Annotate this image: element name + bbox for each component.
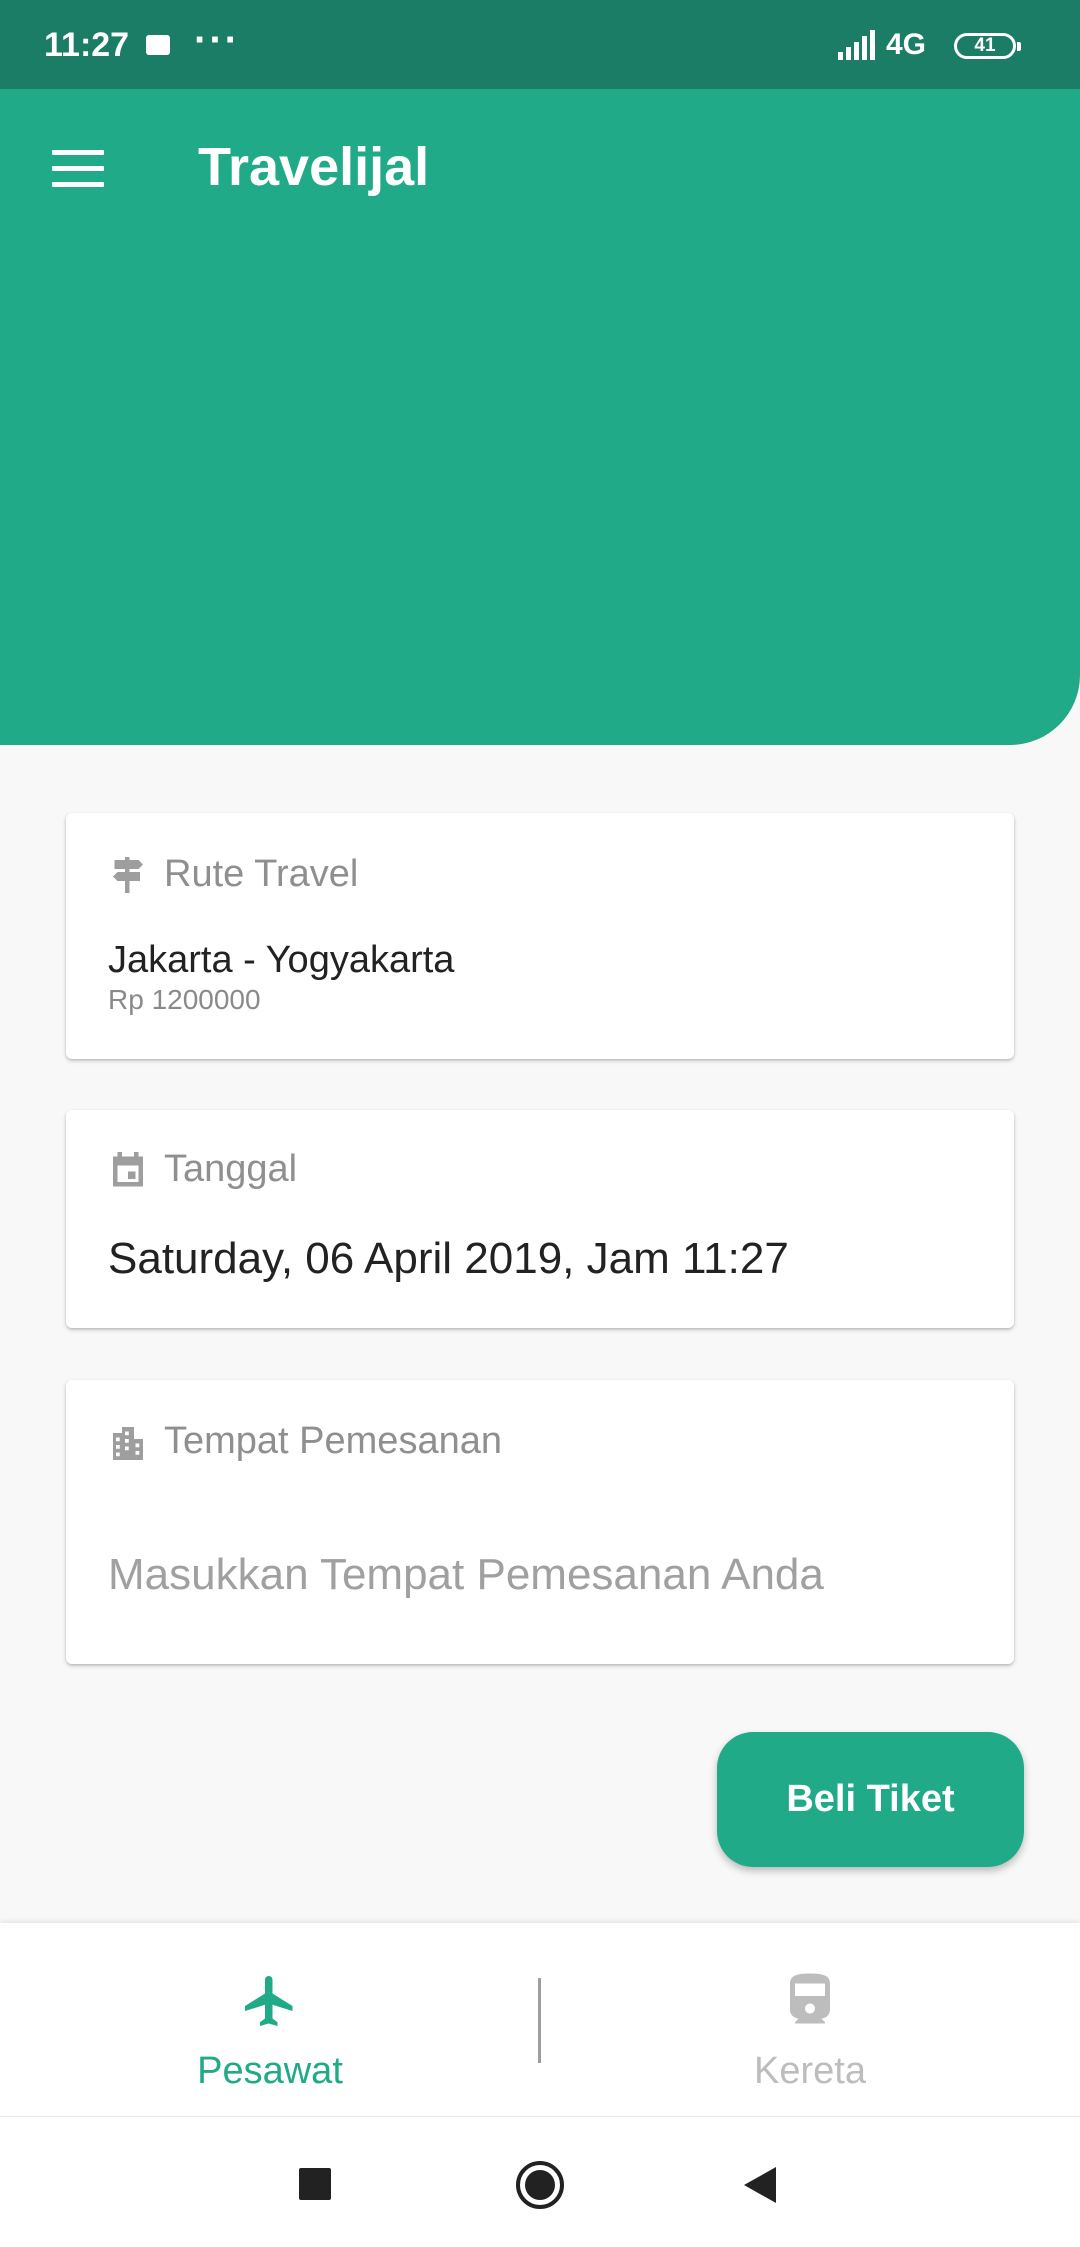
place-label: Tempat Pemesanan	[110, 1420, 502, 1463]
nav-item-pesawat[interactable]: Pesawat	[0, 1923, 540, 2116]
signal-icon	[838, 30, 875, 60]
train-icon	[790, 1973, 830, 2024]
route-price: Rp 1200000	[108, 984, 261, 1015]
hamburger-menu-icon[interactable]	[52, 150, 104, 187]
network-type: 4G	[886, 28, 927, 61]
home-icon[interactable]	[514, 2159, 566, 2211]
date-label-text: Tanggal	[164, 1148, 298, 1190]
signpost-icon	[113, 856, 143, 893]
status-time: 11:27	[44, 26, 130, 64]
airplane-icon	[245, 1976, 293, 2026]
place-input[interactable]	[108, 1540, 968, 1610]
nav-item-kereta[interactable]: Kereta	[540, 1923, 1080, 2116]
nav-label-pesawat: Pesawat	[197, 2050, 343, 2092]
system-navigation-bar	[0, 2116, 1080, 2247]
back-icon[interactable]	[742, 2165, 778, 2205]
date-value: Saturday, 06 April 2019, Jam 11:27	[108, 1234, 789, 1283]
place-label-text: Tempat Pemesanan	[164, 1420, 502, 1462]
status-bar: 11:27 ··· 4G 41	[0, 0, 1080, 89]
recents-icon[interactable]	[298, 2167, 332, 2201]
sim-card-icon	[146, 35, 170, 55]
route-label: Rute Travel	[110, 853, 358, 896]
place-card: Tempat Pemesanan	[66, 1380, 1014, 1664]
date-card[interactable]: Tanggal Saturday, 06 April 2019, Jam 11:…	[66, 1110, 1014, 1328]
route-label-text: Rute Travel	[164, 853, 359, 895]
app-title: Travelijal	[198, 137, 430, 197]
building-icon	[113, 1426, 143, 1460]
battery-icon: 41	[954, 33, 1021, 59]
bottom-navigation: Pesawat Kereta	[0, 1923, 1080, 2116]
calendar-icon	[113, 1151, 143, 1186]
route-value: Jakarta - Yogyakarta	[108, 939, 455, 981]
app-header	[0, 89, 1080, 745]
buy-ticket-button[interactable]: Beli Tiket	[717, 1732, 1024, 1867]
nav-label-kereta: Kereta	[754, 2050, 866, 2092]
more-notifications-icon: ···	[194, 18, 240, 62]
route-card[interactable]: Rute Travel Jakarta - Yogyakarta Rp 1200…	[66, 813, 1014, 1059]
date-label: Tanggal	[110, 1148, 297, 1191]
